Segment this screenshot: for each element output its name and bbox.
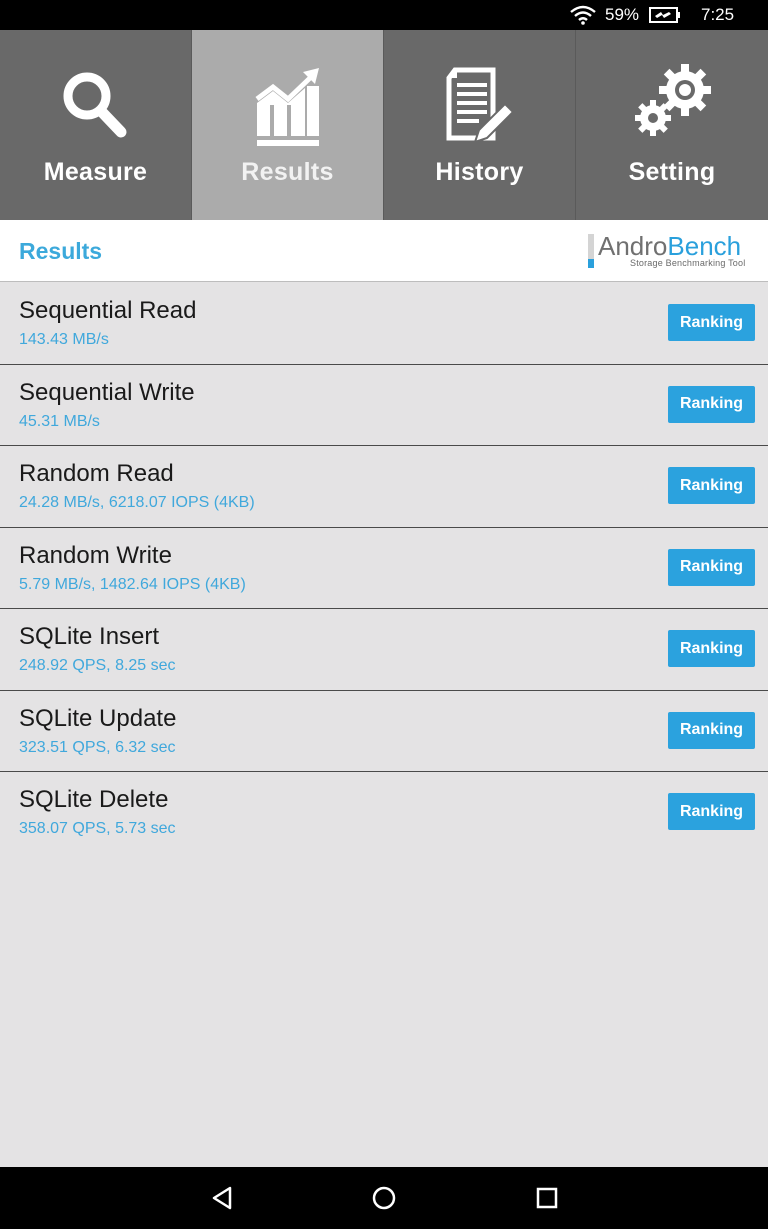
battery-percent: 59% [605, 5, 640, 24]
tab-label: Measure [43, 158, 148, 186]
chart-trend-icon [255, 68, 319, 146]
result-row-random-write: Random Write 5.79 MB/s, 1482.64 IOPS (4K… [0, 528, 768, 609]
logo-bar-accent [588, 259, 594, 268]
logo-tagline: Storage Benchmarking Tool [630, 258, 746, 268]
tab-label: Setting [628, 158, 716, 186]
result-name: SQLite Delete [19, 786, 169, 813]
logo-bar [588, 234, 594, 259]
search-icon [63, 72, 126, 138]
navigation-bar [0, 1167, 768, 1229]
tab-label: History [435, 158, 524, 186]
recents-icon[interactable] [533, 1184, 561, 1212]
ranking-button[interactable]: Ranking [668, 385, 755, 423]
result-row-sequential-write: Sequential Write 45.31 MB/s Ranking [0, 365, 768, 446]
results-list: Sequential Read 143.43 MB/s Ranking Sequ… [0, 283, 768, 854]
result-name: Sequential Read [19, 297, 197, 324]
result-value: 248.92 QPS, 8.25 sec [19, 657, 176, 674]
result-value: 45.31 MB/s [19, 412, 100, 430]
result-name: Random Write [19, 541, 172, 569]
result-row-sqlite-delete: SQLite Delete 358.07 QPS, 5.73 sec Ranki… [0, 772, 768, 854]
result-value: 358.07 QPS, 5.73 sec [19, 820, 176, 837]
result-row-sequential-read: Sequential Read 143.43 MB/s Ranking [0, 283, 768, 365]
home-icon[interactable] [370, 1184, 398, 1212]
tab-measure[interactable]: Measure [0, 30, 192, 220]
tab-history[interactable]: History [384, 30, 576, 220]
result-name: Random Read [19, 460, 174, 487]
main-tabs: Measure Results History Setting [0, 30, 768, 220]
ranking-button[interactable]: Ranking [668, 630, 755, 667]
clock: 7:25 [701, 5, 735, 24]
result-name: SQLite Update [19, 704, 177, 732]
result-value: 143.43 MB/s [19, 331, 109, 348]
result-value: 24.28 MB/s, 6218.07 IOPS (4KB) [19, 494, 255, 511]
status-bar: 59% 7:25 [0, 0, 768, 30]
result-value: 5.79 MB/s, 1482.64 IOPS (4KB) [19, 575, 246, 593]
result-row-random-read: Random Read 24.28 MB/s, 6218.07 IOPS (4K… [0, 446, 768, 528]
tab-setting[interactable]: Setting [576, 30, 768, 220]
ranking-button[interactable]: Ranking [668, 711, 755, 749]
ranking-button[interactable]: Ranking [668, 467, 755, 504]
ranking-button[interactable]: Ranking [668, 793, 755, 830]
androbench-logo: AndroBench Storage Benchmarking Tool [588, 231, 758, 270]
document-edit-icon [446, 67, 514, 144]
ranking-button[interactable]: Ranking [668, 548, 755, 586]
result-row-sqlite-insert: SQLite Insert 248.92 QPS, 8.25 sec Ranki… [0, 609, 768, 691]
back-icon[interactable] [208, 1184, 236, 1212]
ranking-button[interactable]: Ranking [668, 304, 755, 341]
tab-label: Results [241, 158, 334, 186]
gears-icon [635, 64, 711, 136]
logo-name-bench: Bench [667, 231, 742, 261]
result-name: SQLite Insert [19, 623, 160, 650]
logo-name-andro: Andro [598, 231, 668, 261]
page-title: Results [19, 238, 103, 264]
wifi-icon [570, 5, 596, 25]
result-name: Sequential Write [19, 378, 195, 406]
result-row-sqlite-update: SQLite Update 323.51 QPS, 6.32 sec Ranki… [0, 691, 768, 772]
result-value: 323.51 QPS, 6.32 sec [19, 738, 176, 756]
tab-results[interactable]: Results [192, 30, 384, 220]
battery-charging-icon [649, 7, 680, 23]
